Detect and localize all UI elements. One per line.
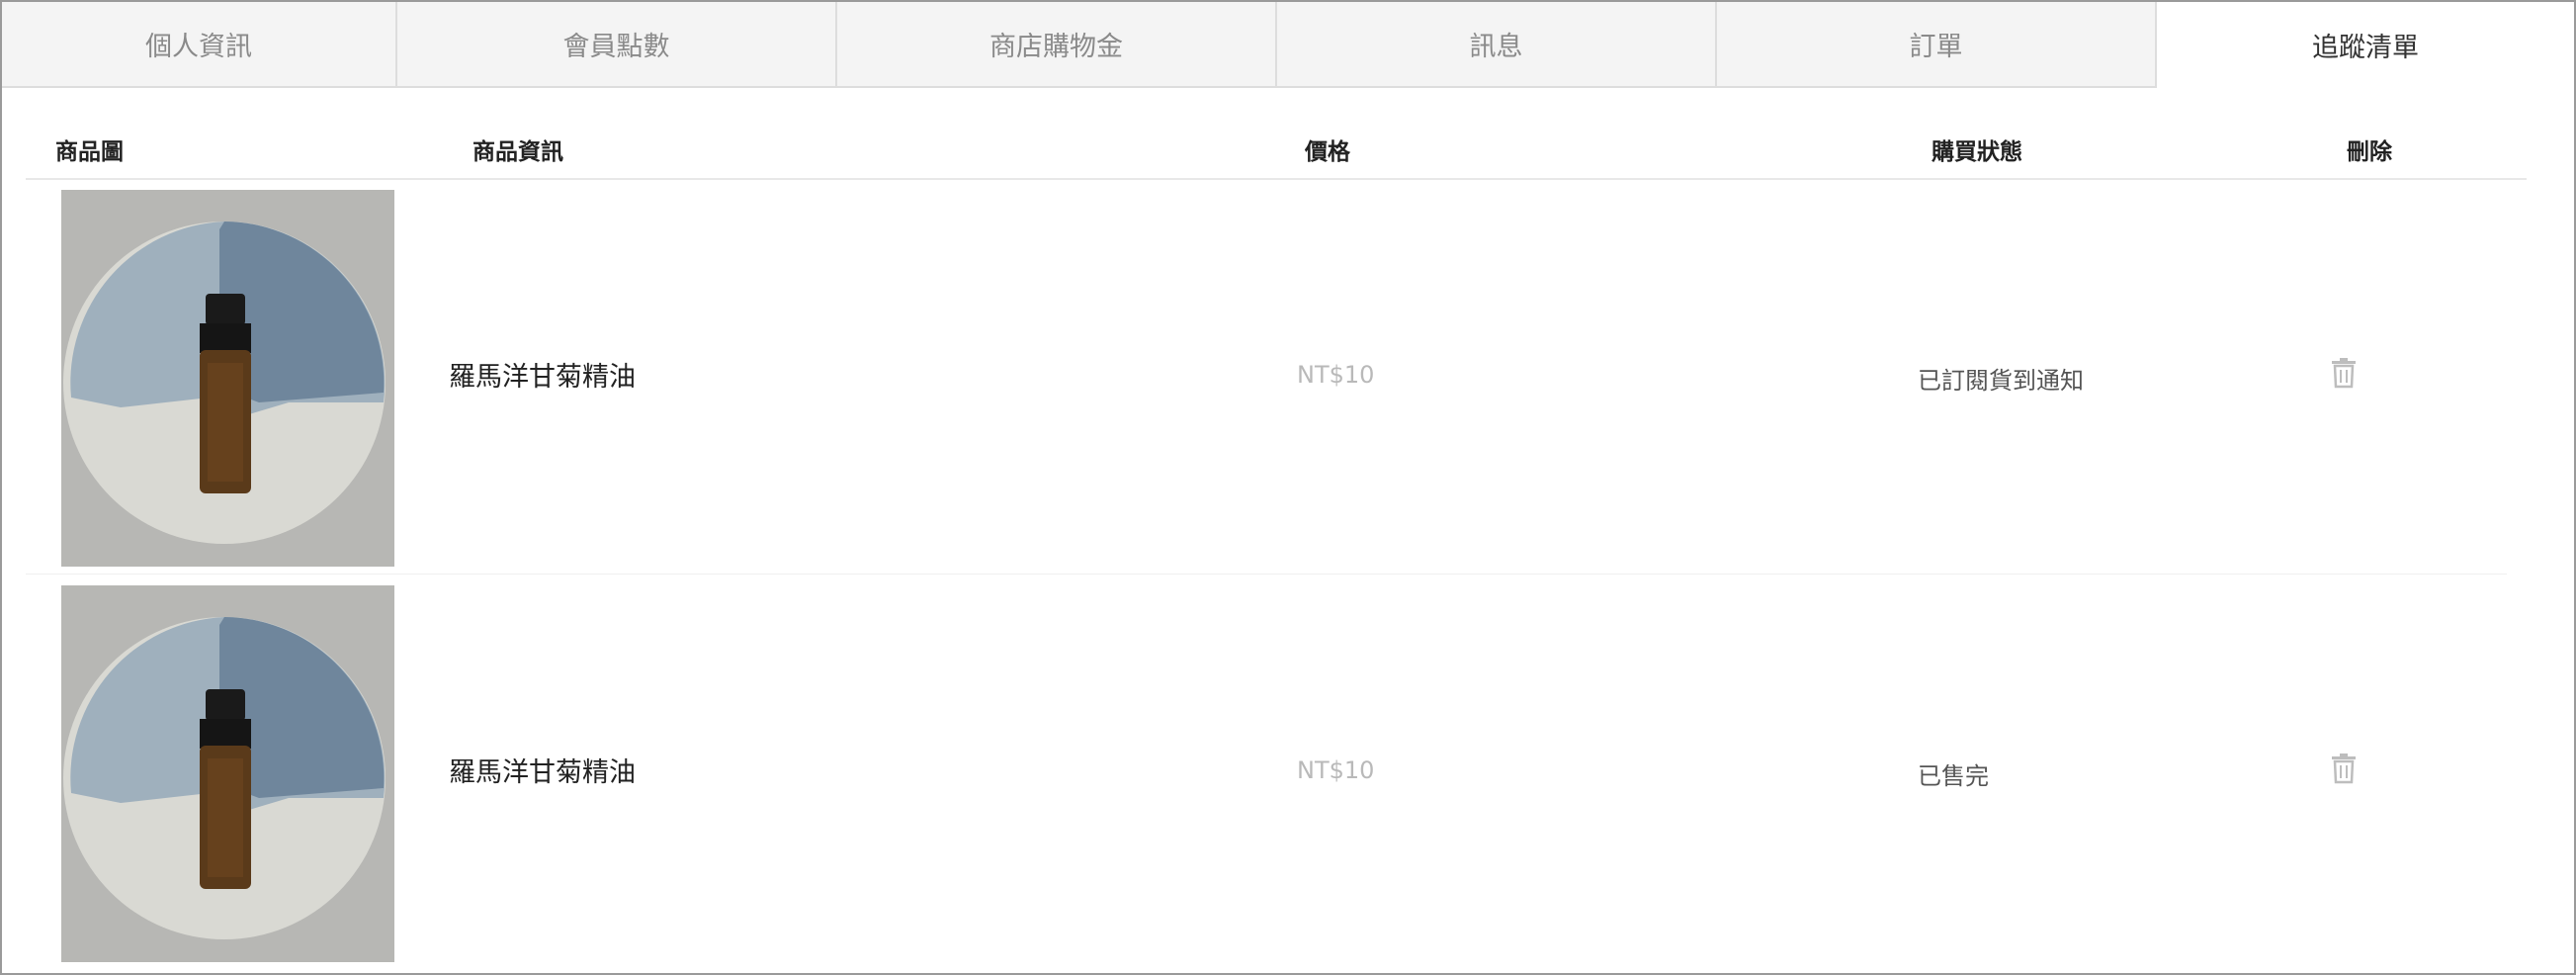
wishlist-panel: 個人資訊 會員點數 商店購物金 訊息 訂單 追蹤清單 商品圖 商品資訊 價格 購… [0,0,2576,975]
table-row: 羅馬洋甘菊精油 NT$10 已訂閱貨到通知 [26,180,2507,575]
product-image[interactable] [61,190,394,567]
product-image[interactable] [61,585,394,962]
trash-icon [2332,753,2356,784]
delete-button[interactable] [2329,752,2359,785]
tab-label: 追蹤清單 [2312,33,2419,63]
tab-member-points[interactable]: 會員點數 [397,2,837,88]
tab-label: 個人資訊 [145,32,252,62]
header-delete: 刪除 [2347,139,2392,165]
tab-messages[interactable]: 訊息 [1277,2,1717,88]
tab-label: 訊息 [1469,32,1523,62]
header-status: 購買狀態 [1932,139,2022,165]
tab-label: 訂單 [1909,32,1963,62]
product-price: NT$10 [1297,756,1375,784]
tab-label: 會員點數 [562,32,670,62]
header-image: 商品圖 [55,139,124,165]
product-name[interactable]: 羅馬洋甘菊精油 [449,355,636,394]
account-tabs: 個人資訊 會員點數 商店購物金 訊息 訂單 追蹤清單 [2,2,2574,88]
tab-orders[interactable]: 訂單 [1717,2,2157,88]
tab-wishlist[interactable]: 追蹤清單 [2157,2,2574,88]
product-name[interactable]: 羅馬洋甘菊精油 [449,751,636,789]
tab-store-credit[interactable]: 商店購物金 [837,2,1277,88]
product-price: NT$10 [1297,361,1375,389]
tab-label: 商店購物金 [989,32,1123,62]
tab-profile[interactable]: 個人資訊 [2,2,397,88]
purchase-status: 已訂閱貨到通知 [1918,367,2084,395]
header-price: 價格 [1305,139,1350,165]
header-info: 商品資訊 [472,139,563,165]
table-row: 羅馬洋甘菊精油 NT$10 已售完 [26,576,2507,969]
table-header: 商品圖 商品資訊 價格 購買狀態 刪除 [26,119,2527,180]
delete-button[interactable] [2329,356,2359,390]
purchase-status: 已售完 [1918,762,1989,790]
trash-icon [2332,358,2356,389]
